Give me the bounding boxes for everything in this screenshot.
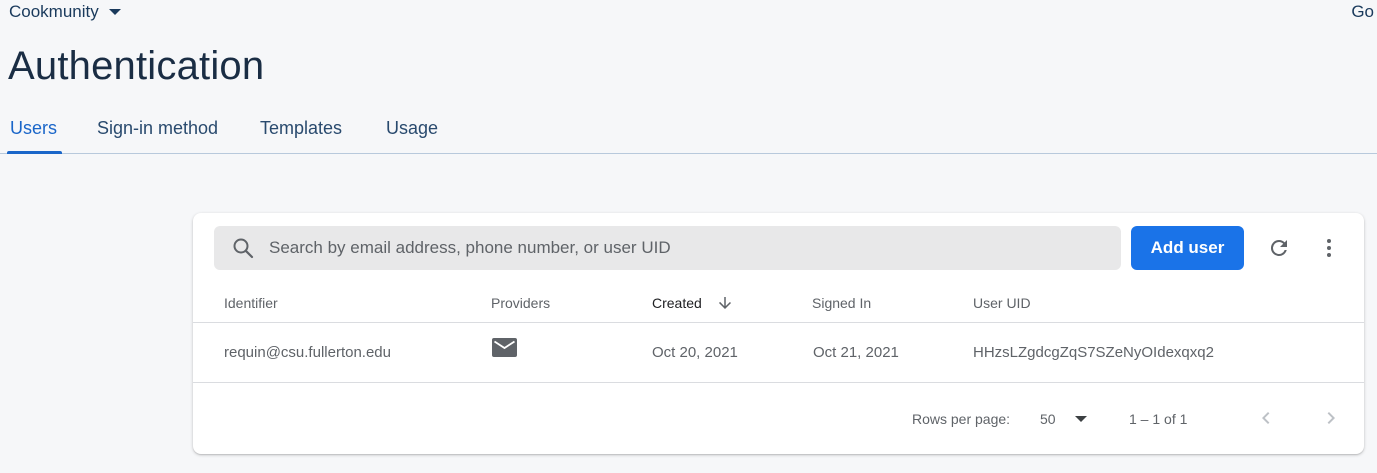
tab-users[interactable]: Users <box>10 118 57 139</box>
search-icon <box>233 238 254 259</box>
pagination-range: 1 – 1 of 1 <box>1129 411 1188 427</box>
chevron-down-icon[interactable] <box>1075 416 1087 422</box>
cell-created: Oct 20, 2021 <box>652 344 738 361</box>
more-vert-icon <box>1327 239 1331 257</box>
chevron-left-icon[interactable] <box>1254 406 1278 430</box>
page-title: Authentication <box>8 44 265 88</box>
project-name: Cookmunity <box>9 2 99 21</box>
tab-bar: Users Sign-in method Templates Usage <box>0 104 1377 154</box>
header-divider <box>193 322 1364 323</box>
top-bar: Cookmunity Go <box>0 0 1377 26</box>
tab-sign-in-method[interactable]: Sign-in method <box>97 118 218 139</box>
chevron-down-icon <box>108 9 121 15</box>
rows-per-page-label: Rows per page: <box>912 411 1011 427</box>
column-header-identifier[interactable]: Identifier <box>224 295 278 311</box>
users-table-card: Add user Identifier Providers Created Si… <box>193 213 1364 454</box>
cell-signed-in: Oct 21, 2021 <box>813 344 899 361</box>
rows-per-page-select[interactable]: 50 <box>1040 411 1056 427</box>
column-header-providers[interactable]: Providers <box>491 295 550 311</box>
column-header-user-uid[interactable]: User UID <box>973 295 1031 311</box>
refresh-button[interactable] <box>1265 234 1293 262</box>
arrow-down-icon[interactable] <box>716 294 734 312</box>
active-tab-indicator <box>7 151 62 154</box>
email-icon <box>492 338 517 357</box>
column-header-created[interactable]: Created <box>652 295 702 311</box>
tab-templates[interactable]: Templates <box>260 118 342 139</box>
cell-user-uid: HHzsLZgdcgZqS7SZeNyOIdexqxq2 <box>973 344 1214 361</box>
chevron-right-icon[interactable] <box>1319 406 1343 430</box>
row-divider <box>193 382 1364 383</box>
search-input[interactable] <box>269 238 1089 258</box>
add-user-button[interactable]: Add user <box>1131 226 1244 270</box>
refresh-icon <box>1270 239 1287 256</box>
go-link[interactable]: Go <box>1351 2 1374 22</box>
project-selector[interactable]: Cookmunity <box>9 2 121 22</box>
search-bar[interactable] <box>214 226 1121 270</box>
column-header-signed-in[interactable]: Signed In <box>812 295 871 311</box>
more-options-button[interactable] <box>1315 234 1343 262</box>
cell-identifier: requin@csu.fullerton.edu <box>224 344 391 361</box>
tab-usage[interactable]: Usage <box>386 118 438 139</box>
